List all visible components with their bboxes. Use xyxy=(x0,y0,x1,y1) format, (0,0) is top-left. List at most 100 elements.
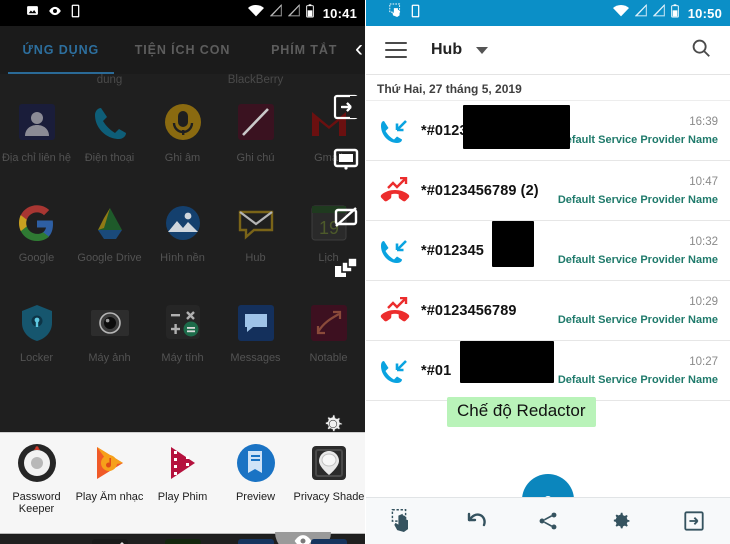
app-row-5: Radio Redactor Tác vụ xyxy=(0,536,365,544)
redaction-block xyxy=(492,221,534,267)
page-title: Hub xyxy=(431,41,463,58)
call-meta: 10:27 Default Service Provider Name xyxy=(558,356,718,386)
redaction-block xyxy=(463,105,570,149)
app-tile-locker[interactable]: Locker xyxy=(0,302,73,364)
app-tile-preview[interactable]: Preview xyxy=(219,441,292,515)
redact-touch-icon[interactable] xyxy=(365,509,438,533)
tab-ung-dung[interactable]: ỨNG DỤNG xyxy=(0,43,122,57)
calculator-icon xyxy=(161,302,205,346)
call-received-icon xyxy=(375,117,415,145)
google-drive-icon xyxy=(88,202,132,246)
wifi-icon xyxy=(612,4,629,22)
partial-label-row: dung BlackBerry xyxy=(0,74,365,96)
call-details: *#0123456789 (2) xyxy=(415,183,558,199)
present-to-screen-icon[interactable] xyxy=(333,146,359,172)
signal-off-icon xyxy=(634,3,647,22)
messages-icon xyxy=(234,302,278,346)
app-tile-calculator[interactable]: Máy tính xyxy=(146,302,219,364)
app-tile-messages[interactable]: Messages xyxy=(219,302,292,364)
table-row[interactable]: *#012345 10:32 Default Service Provider … xyxy=(365,221,730,281)
call-time: 10:27 xyxy=(689,355,718,368)
partial-label-1: dung xyxy=(96,74,123,86)
call-time: 10:29 xyxy=(689,295,718,308)
app-tile-password-keeper[interactable]: Password Keeper xyxy=(0,441,73,515)
call-meta: 10:32 Default Service Provider Name xyxy=(558,236,718,266)
app-tile-voice-recorder[interactable]: Ghi âm xyxy=(146,102,219,164)
panel-divider xyxy=(365,0,366,544)
app-row-3: Locker Máy ảnh Máy tính Messages Notable xyxy=(0,302,365,364)
call-details: *#0123456789 xyxy=(415,303,558,319)
gear-icon[interactable] xyxy=(584,510,657,532)
chevron-down-icon[interactable] xyxy=(476,46,489,54)
tab-phim-tat[interactable]: PHÍM TẮT xyxy=(243,43,365,57)
camera-icon xyxy=(88,302,132,346)
app-row-4: Password Keeper Play Âm nhạc Play Phim P… xyxy=(0,441,365,515)
app-tile-radio[interactable]: Radio xyxy=(0,536,73,544)
app-tile-google-drive[interactable]: Google Drive xyxy=(73,202,146,264)
chevron-left-icon[interactable]: ‹ xyxy=(355,37,363,61)
app-tile-google[interactable]: Google xyxy=(0,202,73,264)
exit-to-app-icon[interactable] xyxy=(333,94,359,120)
call-provider: Default Service Provider Name xyxy=(557,313,718,326)
partial-label-3: BlackBerry xyxy=(227,74,284,86)
app-tile-contacts[interactable]: Địa chỉ liên hệ xyxy=(0,102,73,164)
app-label: Play Âm nhạc xyxy=(75,491,144,503)
left-clock: 10:41 xyxy=(322,5,357,21)
app-tile-notable[interactable]: Notable xyxy=(292,302,365,364)
undo-icon[interactable] xyxy=(438,510,511,532)
app-row-2: Google Google Drive Hình nền Hub 19 Lịch xyxy=(0,202,365,264)
signal-off-icon xyxy=(269,3,282,22)
image-icon xyxy=(26,4,39,22)
search-icon[interactable] xyxy=(690,37,712,64)
hub-app-bar: Hub xyxy=(365,26,730,74)
app-label: Notable xyxy=(309,352,348,364)
hamburger-menu-icon[interactable] xyxy=(385,42,407,58)
app-tile-notes[interactable]: Ghi chú xyxy=(219,102,292,164)
app-tile-redactor[interactable]: Redactor xyxy=(73,536,146,544)
right-phone-panel: 10:50 Hub Thứ Hai, 27 tháng 5, 2019 *#01… xyxy=(365,0,730,544)
app-tile-wallpaper[interactable]: Hình nền xyxy=(146,202,219,264)
left-status-icons xyxy=(26,4,80,23)
app-tile-phone[interactable]: Điện thoại xyxy=(73,102,146,164)
app-tile-privacy-shade[interactable]: Privacy Shade xyxy=(292,441,365,515)
app-grid: dung BlackBerry Địa chỉ liên hệ Điện tho… xyxy=(0,74,365,544)
call-meta: 10:29 Default Service Provider Name xyxy=(558,296,718,326)
call-meta: 16:39 Default Service Provider Name xyxy=(558,116,718,146)
app-label: Ghi âm xyxy=(164,152,201,164)
app-tile-camera[interactable]: Máy ảnh xyxy=(73,302,146,364)
preview-icon xyxy=(234,441,278,485)
left-status-right: 10:41 xyxy=(247,3,357,23)
battery-icon xyxy=(305,3,314,23)
share-icon[interactable] xyxy=(511,510,584,532)
table-row[interactable]: *#0123456789 10:29 Default Service Provi… xyxy=(365,281,730,341)
screenshot-off-icon[interactable] xyxy=(333,204,359,230)
app-tile-tasks[interactable]: Tác vụ xyxy=(146,536,219,544)
call-received-icon xyxy=(375,357,415,385)
app-tile-play-movies[interactable]: Play Phim xyxy=(146,441,219,515)
signal-off-icon xyxy=(287,3,300,22)
sim-card-icon xyxy=(411,4,420,23)
documents-icon xyxy=(234,536,278,544)
app-label: Máy ảnh xyxy=(88,352,131,364)
table-row[interactable]: *#01 10:27 Default Service Provider Name xyxy=(365,341,730,401)
tab-tien-ich-con[interactable]: TIỆN ÍCH CON xyxy=(122,43,244,57)
app-label: Play Phim xyxy=(157,491,208,503)
app-label: Máy tính xyxy=(161,352,204,364)
layers-copy-icon[interactable] xyxy=(333,256,359,282)
table-row[interactable]: *#0123 16:39 Default Service Provider Na… xyxy=(365,101,730,161)
call-number: *#012345 xyxy=(421,242,484,259)
app-tile-hub[interactable]: Hub xyxy=(219,202,292,264)
launcher-tabbar: ỨNG DỤNG TIỆN ÍCH CON PHÍM TẮT ‹ xyxy=(0,26,365,74)
downloads-icon xyxy=(307,536,351,544)
touch-redact-icon xyxy=(389,3,402,23)
tasks-check-icon xyxy=(161,536,205,544)
table-row[interactable]: *#0123456789 (2) 10:47 Default Service P… xyxy=(365,161,730,221)
app-tile-documents[interactable]: Tài liệu xyxy=(219,536,292,544)
app-tile-downloads[interactable]: Tải xuống xyxy=(292,536,365,544)
exit-to-app-icon[interactable] xyxy=(657,510,730,532)
redactor-icon xyxy=(88,536,132,544)
app-tile-play-music[interactable]: Play Âm nhạc xyxy=(73,441,146,515)
wifi-icon xyxy=(247,4,264,22)
google-icon xyxy=(15,202,59,246)
call-missed-icon xyxy=(375,296,415,325)
